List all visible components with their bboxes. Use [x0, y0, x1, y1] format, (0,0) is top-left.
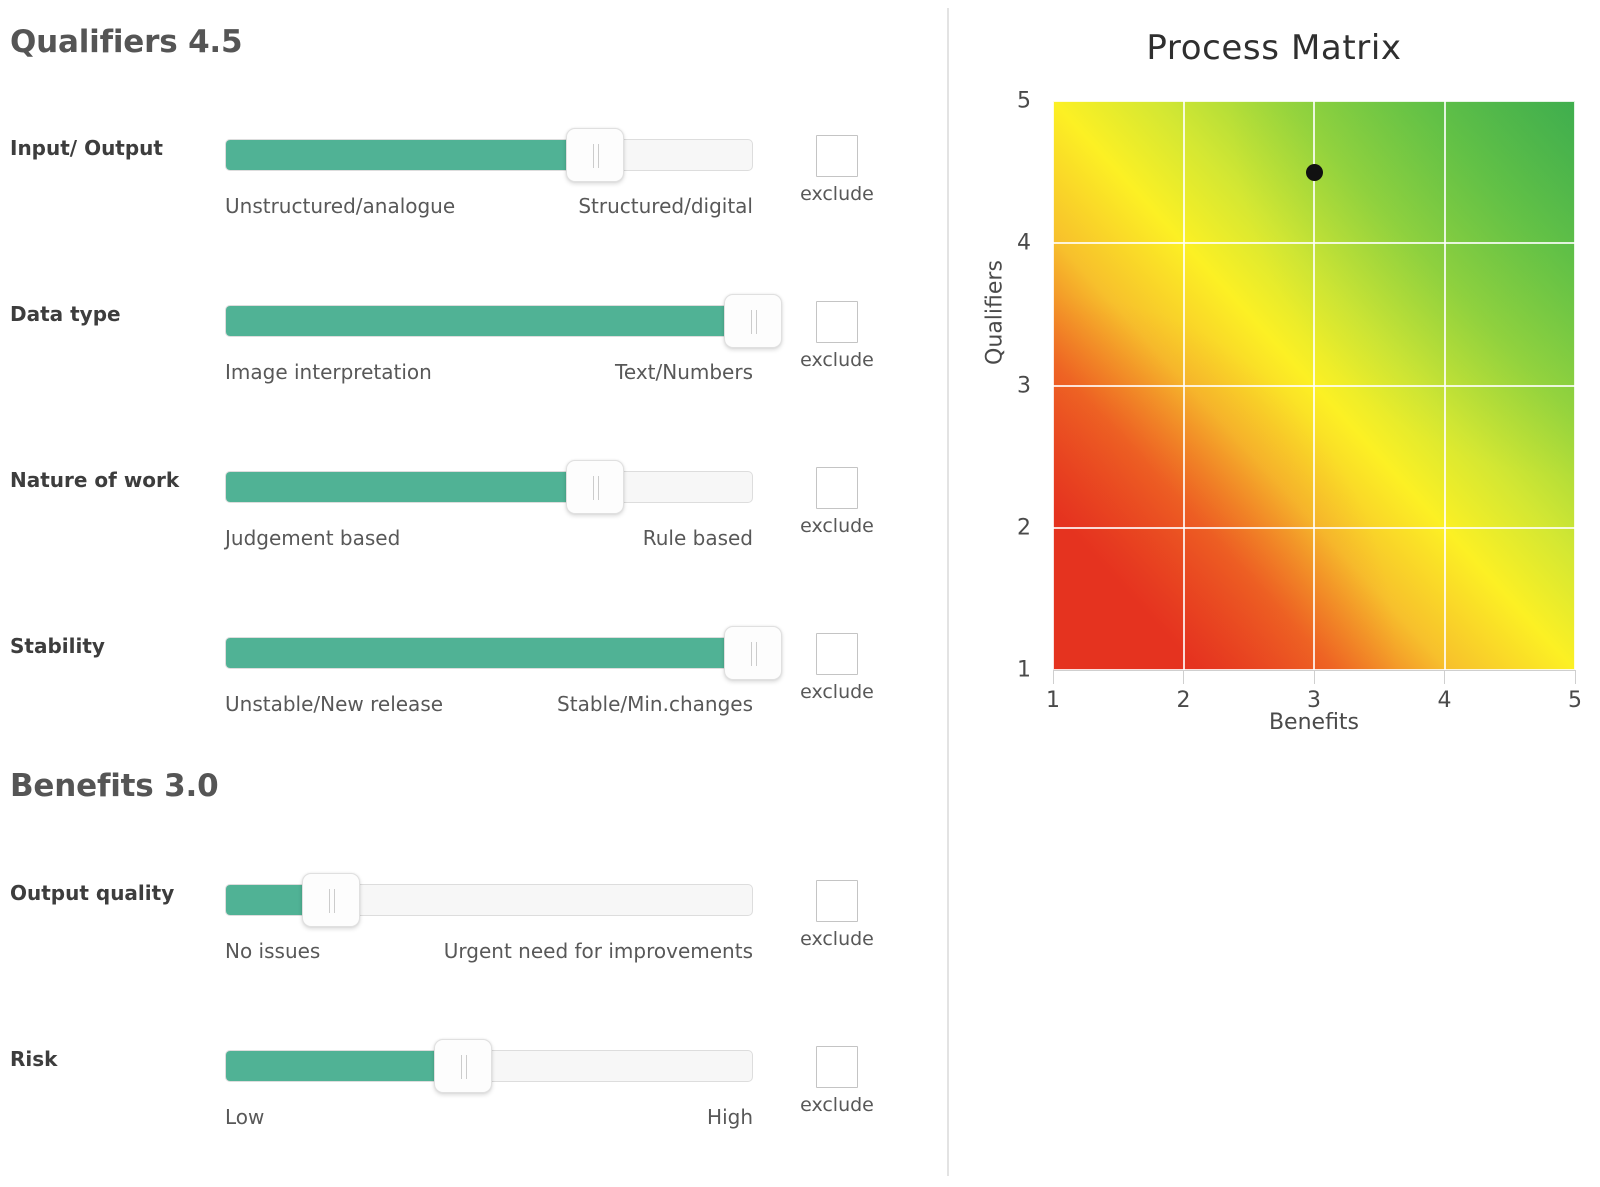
slider-track[interactable] — [225, 305, 753, 337]
qualifiers-section-heading: Qualifiers 4.5 — [10, 24, 243, 60]
slider-row-nature-of-work: Nature of work Judgement based Rule base… — [0, 442, 948, 552]
sliders-panel: Qualifiers 4.5 Benefits 3.0 Input/ Outpu… — [0, 0, 948, 1187]
exclude-checkbox-label: exclude — [800, 928, 874, 950]
slider-max-label: High — [707, 1105, 753, 1129]
y-tick-label: 1 — [1017, 657, 1031, 683]
gridline-horizontal — [1053, 384, 1575, 387]
slider-handle[interactable] — [724, 294, 782, 348]
exclude-checkbox[interactable] — [816, 633, 858, 675]
slider-fill — [226, 306, 752, 336]
slider-max-label: Urgent need for improvements — [443, 939, 753, 963]
slider-label-input-output: Input/ Output — [10, 136, 163, 160]
slider-row-risk: Risk Low High exclude — [0, 1021, 948, 1131]
slider-min-label: Unstable/New release — [225, 692, 444, 716]
x-tick-mark — [1444, 670, 1445, 684]
slider-min-label: Judgement based — [225, 526, 401, 550]
y-tick-label: 2 — [1017, 515, 1031, 541]
slider-fill — [226, 140, 595, 170]
slider-min-label: Low — [225, 1105, 265, 1129]
exclude-checkbox[interactable] — [816, 1046, 858, 1088]
slider-label-output-quality: Output quality — [10, 881, 175, 905]
exclude-checkbox[interactable] — [816, 880, 858, 922]
exclude-group: exclude — [797, 467, 877, 537]
exclude-group: exclude — [797, 301, 877, 371]
exclude-checkbox-label: exclude — [800, 515, 874, 537]
slider-risk[interactable]: Low High — [225, 1039, 753, 1129]
slider-min-label: Image interpretation — [225, 360, 432, 384]
benefits-section-heading: Benefits 3.0 — [10, 768, 219, 804]
slider-label-data-type: Data type — [10, 302, 121, 326]
data-point — [1305, 163, 1323, 181]
slider-label-nature-of-work: Nature of work — [10, 468, 180, 492]
slider-input-output[interactable]: Unstructured/analogue Structured/digital — [225, 128, 753, 218]
y-tick-label: 5 — [1017, 88, 1031, 114]
slider-nature-of-work[interactable]: Judgement based Rule based — [225, 460, 753, 550]
x-tick-mark — [1052, 670, 1054, 684]
x-tick-mark — [1574, 670, 1576, 684]
slider-label-risk: Risk — [10, 1047, 58, 1071]
x-tick-mark — [1183, 670, 1184, 684]
heatmap-plot — [1053, 101, 1575, 670]
slider-handle[interactable] — [565, 460, 624, 514]
slider-row-output-quality: Output quality No issues Urgent need for… — [0, 855, 948, 965]
slider-data-type[interactable]: Image interpretation Text/Numbers — [225, 294, 782, 384]
slider-handle[interactable] — [724, 626, 782, 680]
exclude-checkbox[interactable] — [816, 135, 858, 177]
chart-panel: Process Matrix 12345 12345 Benefits Qual… — [948, 0, 1600, 1187]
exclude-checkbox[interactable] — [816, 301, 858, 343]
exclude-group: exclude — [797, 880, 877, 950]
y-tick-label: 3 — [1017, 373, 1031, 398]
slider-fill — [226, 472, 595, 502]
slider-track[interactable] — [225, 139, 753, 171]
y-tick-label: 4 — [1017, 230, 1031, 256]
slider-row-data-type: Data type Image interpretation Text/Numb… — [0, 276, 948, 386]
x-tick-mark — [1313, 670, 1315, 684]
slider-max-label: Text/Numbers — [615, 360, 753, 384]
exclude-group: exclude — [797, 633, 877, 703]
slider-stability[interactable]: Unstable/New release Stable/Min.changes — [225, 626, 782, 716]
gridline-horizontal — [1053, 242, 1575, 245]
y-axis-label: Qualifiers — [982, 260, 1008, 365]
slider-fill — [226, 638, 752, 668]
slider-track[interactable] — [225, 637, 753, 669]
slider-handle[interactable] — [565, 128, 624, 182]
exclude-checkbox-label: exclude — [800, 1094, 874, 1116]
process-matrix-app: Qualifiers 4.5 Benefits 3.0 Input/ Outpu… — [0, 0, 1600, 1187]
exclude-checkbox-label: exclude — [800, 349, 874, 371]
slider-max-label: Rule based — [642, 526, 753, 550]
exclude-checkbox-label: exclude — [800, 183, 874, 205]
slider-row-stability: Stability Unstable/New release Stable/Mi… — [0, 608, 948, 718]
slider-row-input-output: Input/ Output Unstructured/analogue Stru… — [0, 110, 948, 220]
slider-max-label: Stable/Min.changes — [557, 692, 753, 716]
gridline-horizontal — [1053, 526, 1575, 529]
slider-min-label: Unstructured/analogue — [225, 194, 456, 218]
exclude-checkbox-label: exclude — [800, 681, 874, 703]
slider-min-label: No issues — [225, 939, 321, 963]
slider-fill — [226, 1051, 463, 1081]
slider-track[interactable] — [225, 471, 753, 503]
slider-handle[interactable] — [433, 1039, 492, 1093]
slider-handle[interactable] — [301, 873, 360, 927]
slider-label-stability: Stability — [10, 634, 105, 658]
chart-title: Process Matrix — [1146, 28, 1402, 68]
slider-max-label: Structured/digital — [578, 194, 753, 218]
slider-output-quality[interactable]: No issues Urgent need for improvements — [225, 873, 753, 963]
exclude-checkbox[interactable] — [816, 467, 858, 509]
exclude-group: exclude — [797, 135, 877, 205]
x-axis-label: Benefits — [1268, 710, 1360, 735]
exclude-group: exclude — [797, 1046, 877, 1116]
